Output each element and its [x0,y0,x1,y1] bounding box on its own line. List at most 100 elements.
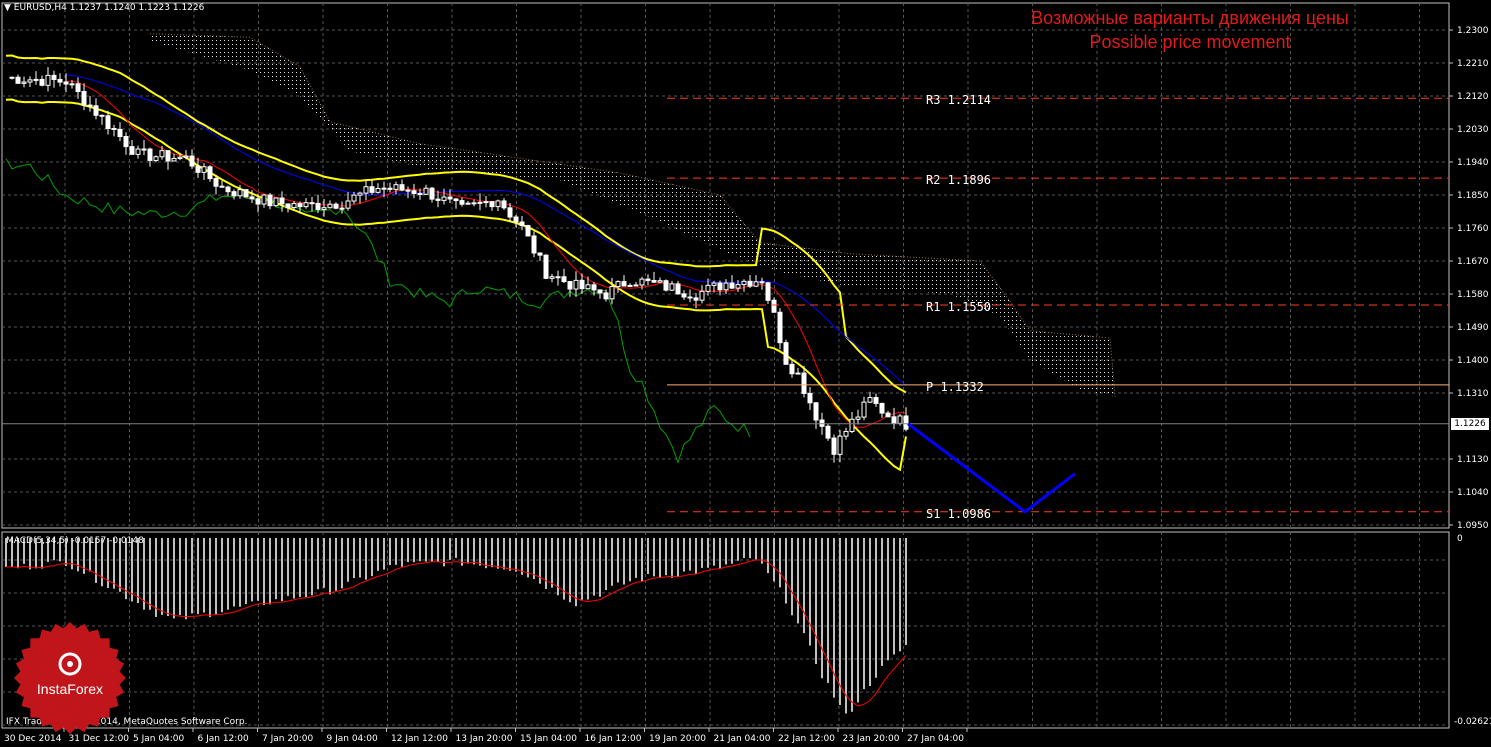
cloud-area [150,33,1115,397]
candle-body [33,78,39,81]
price-tick-label: 1.1040 [1457,488,1489,498]
candle-body [585,284,591,290]
logo-emblem-center [67,661,73,667]
candle-body [507,207,513,218]
candle-body [327,203,333,209]
candle-body [639,278,645,286]
time-tick-label: 15 Jan 04:00 [520,734,577,744]
candle-body [309,202,315,205]
candle-body [105,115,111,130]
price-tick-label: 1.1940 [1457,158,1489,168]
candle-body [375,187,381,193]
candle-body [183,155,189,158]
ohlc-values: 1.1237 1.1240 1.1223 1.1226 [69,3,205,13]
candle-body [903,415,909,430]
candle-body [567,281,573,290]
overlay-title-en: Possible price movement [1089,32,1291,52]
time-tick-label: 21 Jan 04:00 [714,734,771,744]
candle-body [345,200,351,209]
time-tick-label: 13 Jan 20:00 [456,734,513,744]
candle-body [285,203,291,209]
macd-min-label: -0.02621 [1454,717,1491,727]
time-tick-label: 16 Jan 12:00 [585,734,642,744]
overlay-title-ru: Возможные варианты движения цены [1031,8,1349,28]
candle-body [537,252,543,256]
candle-body [597,289,603,294]
candle-body [675,283,681,295]
forecast-path [907,422,1076,514]
candle-body [159,150,165,158]
candle-body [69,83,75,86]
candle-body [57,78,63,83]
candle-body [765,282,771,301]
candle-body [207,166,213,180]
candle-body [297,202,303,208]
price-tick-label: 1.1400 [1457,356,1489,366]
candle-body [417,192,423,195]
candle-body [387,187,393,190]
candle-body [429,187,435,200]
candle-body [711,282,717,286]
candle-body [729,282,735,289]
candle-body [777,311,783,344]
candle-body [237,189,243,197]
macd-label: MACD(5,34,5) -0.0157 -0.0148 [6,536,144,546]
candle-body [447,196,453,200]
time-tick-label: 7 Jan 20:00 [262,734,314,744]
price-tick-label: 1.2300 [1457,26,1489,36]
candle-body [591,284,597,291]
candle-body [27,79,33,83]
candle-body [645,278,651,281]
candle-body [897,415,903,424]
candle-body [225,186,231,193]
candle-body [579,279,585,290]
candle-body [129,146,135,155]
time-tick-label: 5 Jan 04:00 [133,734,185,744]
ichimoku-cloud [149,33,1116,397]
candle-body [267,194,273,207]
candle-body [291,202,297,209]
candle-body [273,197,279,207]
candle-body [525,225,531,237]
candle-body [93,105,99,116]
candle-body [849,418,855,433]
symbol-marker[interactable]: ▼ [4,3,11,13]
candle-body [705,284,711,292]
bollinger-upper [5,54,907,394]
candle-body [519,221,525,227]
candle-body [543,254,549,279]
time-tick-label: 12 Jan 12:00 [391,734,448,744]
forecast-line [907,422,1076,514]
candle-body [399,184,405,191]
candle-body [627,284,633,287]
candle-body [153,156,159,161]
candle-body [807,392,813,404]
price-tick-label: 1.1130 [1457,455,1489,465]
candle-body [213,178,219,187]
candle-body [573,279,579,290]
candle-body [171,157,177,162]
candle-body [219,185,225,188]
price-tick-label: 1.1580 [1457,290,1489,300]
candle-body [885,412,891,418]
price-tick-label: 1.2030 [1457,125,1489,135]
price-tick-label: 1.0950 [1457,521,1489,531]
candle-body [771,299,777,313]
time-tick-label: 22 Jan 12:00 [778,734,835,744]
candle-body [255,198,261,205]
candle-body [471,202,477,205]
candle-body [873,397,879,404]
candle-body [453,198,459,202]
candle-body [489,201,495,208]
candle-body [465,202,471,205]
price-tick-label: 1.2210 [1457,59,1489,69]
candle-body [813,402,819,421]
chart-canvas[interactable]: R3 1.2114 R2 1.1896 R1 1.1550 P 1.1332 S1 1.… [0,0,1491,747]
candle-body [651,279,657,283]
candle-body [531,235,537,254]
candle-body [663,280,669,291]
candle-body [837,435,843,455]
candle-body [753,281,759,287]
candle-body [261,194,267,205]
candle-body [483,201,489,204]
